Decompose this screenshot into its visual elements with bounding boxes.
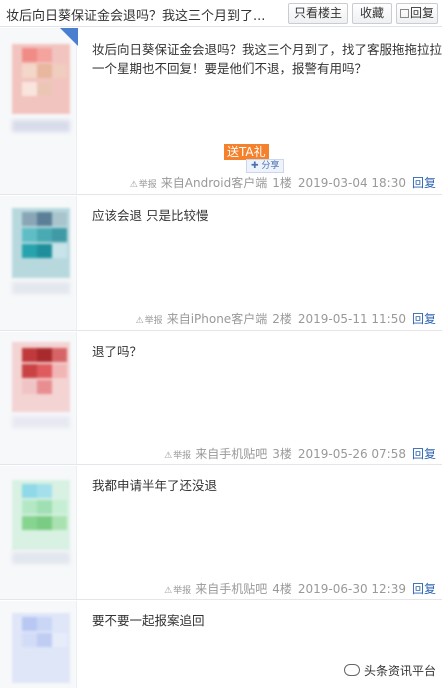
thread-title: 妆后向日葵保证金会退吗？我这三个月到了... xyxy=(6,9,266,24)
post-reply-link[interactable]: 回复 xyxy=(412,582,436,596)
post-floor-3: 退了吗？ 举报来自手机贴吧 3楼 2019-05-26 07:58 回复 xyxy=(0,332,442,465)
post-content: 应该会退 只是比较慢 xyxy=(92,206,208,225)
post-content: 我都申请半年了还没退 xyxy=(92,476,217,495)
post-source: 来自Android客户端 xyxy=(160,176,268,190)
user-column xyxy=(0,466,77,599)
username-blur[interactable] xyxy=(12,120,70,132)
user-column xyxy=(0,28,77,194)
post-content: 要不要一起报案追回 xyxy=(92,611,205,630)
post-meta: 举报来自iPhone客户端 2楼 2019-05-11 11:50 回复 xyxy=(136,310,436,327)
send-gift-button[interactable]: 送TA礼 xyxy=(224,144,269,160)
avatar[interactable] xyxy=(12,480,70,550)
floor-number: 2楼 xyxy=(272,312,292,326)
content-line: 我都申请半年了还没退 xyxy=(92,478,218,493)
user-column xyxy=(0,332,77,464)
content-line: 妆后向日葵保证金会退吗？我这三个月到了，找了客服拖拖拉拉 xyxy=(92,42,442,57)
reply-button[interactable]: 回复 xyxy=(396,3,438,24)
content-line: 要不要一起报案追回 xyxy=(92,613,205,628)
username-blur[interactable] xyxy=(12,416,70,428)
post-source: 来自手机贴吧 xyxy=(195,582,268,596)
only-louzhu-button[interactable]: 只看楼主 xyxy=(288,3,348,24)
user-column xyxy=(0,196,77,330)
watermark: 头条资讯平台 xyxy=(344,662,436,679)
avatar[interactable] xyxy=(12,342,70,412)
content-line: 应该会退 只是比较慢 xyxy=(92,208,209,223)
username-blur[interactable] xyxy=(12,282,70,294)
post-source: 来自手机贴吧 xyxy=(195,447,268,461)
post-floor-1: 妆后向日葵保证金会退吗？我这三个月到了，找了客服拖拖拉拉 一个星期也不回复！要是… xyxy=(0,28,442,195)
post-reply-link[interactable]: 回复 xyxy=(412,176,436,190)
louzhu-badge-icon xyxy=(60,28,78,46)
share-label: 分享 xyxy=(261,161,280,171)
post-meta: 举报来自手机贴吧 3楼 2019-05-26 07:58 回复 xyxy=(164,445,436,462)
favorite-button[interactable]: 收藏 xyxy=(352,3,392,24)
post-reply-link[interactable]: 回复 xyxy=(412,447,436,461)
report-link[interactable]: 举报 xyxy=(164,451,191,461)
report-link[interactable]: 举报 xyxy=(136,316,163,326)
watermark-text: 头条资讯平台 xyxy=(364,664,437,678)
post-content: 退了吗？ xyxy=(92,342,142,361)
post-reply-link[interactable]: 回复 xyxy=(412,312,436,326)
post-floor-4: 我都申请半年了还没退 举报来自手机贴吧 4楼 2019-06-30 12:39 回复 xyxy=(0,466,442,600)
thread-header: 妆后向日葵保证金会退吗？我这三个月到了... 只看楼主 收藏 回复 xyxy=(0,0,442,27)
content-line: 退了吗？ xyxy=(92,344,143,359)
wechat-icon xyxy=(344,664,360,676)
post-time: 2019-06-30 12:39 xyxy=(297,582,406,596)
reply-icon xyxy=(399,9,409,18)
share-button[interactable]: ✚ 分享 xyxy=(246,159,285,173)
user-column xyxy=(0,601,77,688)
username-blur[interactable] xyxy=(12,552,70,564)
post-floor-2: 应该会退 只是比较慢 举报来自iPhone客户端 2楼 2019-05-11 11:… xyxy=(0,196,442,331)
post-meta: 举报来自Android客户端 1楼 2019-03-04 18:30 回复 xyxy=(130,174,436,191)
post-meta: 举报来自手机贴吧 4楼 2019-06-30 12:39 回复 xyxy=(164,580,436,597)
floor-number: 3楼 xyxy=(272,447,292,461)
post-content: 妆后向日葵保证金会退吗？我这三个月到了，找了客服拖拖拉拉 一个星期也不回复！要是… xyxy=(92,40,442,78)
floor-number: 4楼 xyxy=(272,582,292,596)
content-line: 一个星期也不回复！要是他们不退，报警有用吗？ xyxy=(92,61,368,76)
avatar[interactable] xyxy=(12,208,70,278)
post-time: 2019-05-26 07:58 xyxy=(297,447,406,461)
share-icon: ✚ xyxy=(251,161,262,171)
report-link[interactable]: 举报 xyxy=(164,586,191,596)
avatar[interactable] xyxy=(12,613,70,683)
post-source: 来自iPhone客户端 xyxy=(166,312,268,326)
reply-button-label: 回复 xyxy=(409,6,434,20)
floor-number: 1楼 xyxy=(272,176,292,190)
post-time: 2019-03-04 18:30 xyxy=(297,176,406,190)
avatar[interactable] xyxy=(12,44,70,114)
report-link[interactable]: 举报 xyxy=(130,180,157,190)
post-time: 2019-05-11 11:50 xyxy=(297,312,406,326)
